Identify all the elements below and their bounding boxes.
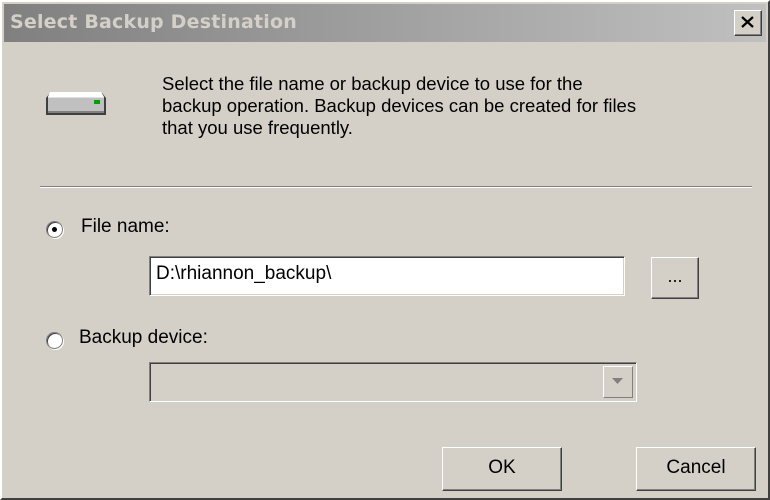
select-backup-destination-dialog: Select Backup Destination Select the fil… <box>0 0 770 500</box>
description-text: Select the file name or backup device to… <box>162 73 752 139</box>
separator <box>40 186 752 188</box>
chevron-down-icon <box>612 378 623 384</box>
close-icon <box>741 16 754 28</box>
description-line: backup operation. Backup devices can be … <box>162 95 637 116</box>
file-name-value: D:\rhiannon_backup\ <box>156 263 332 284</box>
file-name-label[interactable]: File name: <box>81 216 170 238</box>
backup-device-radio[interactable] <box>46 332 63 349</box>
file-name-input[interactable]: D:\rhiannon_backup\ <box>149 256 625 296</box>
radio-selected-dot <box>52 227 57 232</box>
browse-button[interactable]: ... <box>651 257 699 299</box>
description-line: Select the file name or backup device to… <box>162 73 583 94</box>
backup-device-label[interactable]: Backup device: <box>79 327 208 349</box>
title-bar[interactable]: Select Backup Destination <box>4 4 766 42</box>
cancel-button[interactable]: Cancel <box>636 447 756 491</box>
dropdown-button[interactable] <box>603 366 633 398</box>
file-name-radio[interactable] <box>46 221 63 238</box>
backup-device-select[interactable] <box>149 362 637 402</box>
window-title: Select Backup Destination <box>10 11 297 33</box>
close-button[interactable] <box>734 10 762 36</box>
backup-device-icon <box>44 87 108 124</box>
description-line: that you use frequently. <box>162 117 353 138</box>
ok-button[interactable]: OK <box>442 447 562 491</box>
